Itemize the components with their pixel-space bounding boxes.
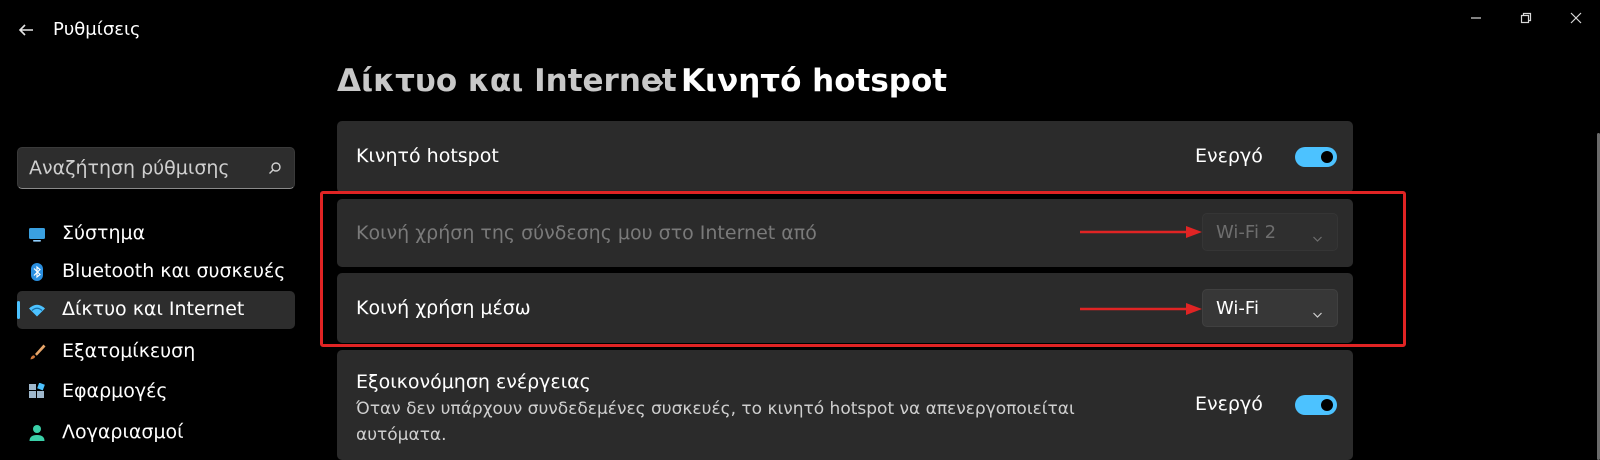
sidebar-item-label: Εφαρμογές [62, 380, 168, 402]
bluetooth-icon [28, 263, 46, 281]
search-box [17, 147, 295, 189]
monitor-icon [28, 225, 46, 243]
person-icon [28, 424, 46, 442]
annotation-arrow [1080, 303, 1202, 315]
close-icon[interactable] [1564, 6, 1588, 30]
power-saving-card: Εξοικονόμηση ενέργειας Όταν δεν υπάρχουν… [337, 350, 1353, 460]
hotspot-state: Ενεργό [1195, 145, 1263, 167]
annotation-arrow [1080, 226, 1202, 238]
sidebar-item-label: Bluetooth και συσκευές [62, 260, 286, 282]
restore-icon[interactable] [1514, 6, 1538, 30]
chevron-right-icon [652, 74, 666, 92]
power-saving-state: Ενεργό [1195, 393, 1263, 415]
apps-icon [28, 382, 46, 401]
hotspot-label: Κινητό hotspot [356, 145, 499, 167]
search-input[interactable] [18, 148, 258, 188]
search-icon[interactable] [266, 159, 284, 177]
settings-window: Ρυθμίσεις Σύστημα Bluetooth και συσκευές… [0, 0, 1600, 460]
hotspot-card: Κινητό hotspot Ενεργό [337, 121, 1353, 193]
sidebar-item-label: Εξατομίκευση [62, 340, 196, 362]
sidebar-item-label: Σύστημα [62, 222, 146, 244]
breadcrumb-parent[interactable]: Δίκτυο και Internet [337, 63, 677, 99]
sidebar-item-personalization[interactable]: Εξατομίκευση [17, 333, 295, 371]
sidebar-item-accounts[interactable]: Λογαριασμοί [17, 414, 295, 452]
sidebar-item-system[interactable]: Σύστημα [17, 215, 295, 253]
sidebar-item-network[interactable]: Δίκτυο και Internet [17, 291, 295, 329]
power-saving-label: Εξοικονόμηση ενέργειας [356, 371, 591, 393]
sidebar-item-label: Λογαριασμοί [62, 421, 184, 443]
minimize-icon[interactable] [1464, 6, 1488, 30]
hotspot-toggle[interactable] [1295, 147, 1337, 167]
annotation-highlight-box [320, 191, 1406, 347]
sidebar-item-label: Δίκτυο και Internet [62, 298, 245, 320]
power-saving-toggle[interactable] [1295, 395, 1337, 415]
page-title: Κινητό hotspot [681, 63, 948, 99]
sidebar-item-apps[interactable]: Εφαρμογές [17, 373, 295, 411]
brush-icon [28, 343, 46, 361]
wifi-icon [28, 301, 46, 319]
back-arrow-icon[interactable] [14, 18, 38, 42]
sidebar-item-bluetooth[interactable]: Bluetooth και συσκευές [17, 253, 295, 291]
power-saving-description: Όταν δεν υπάρχουν συνδεδεμένες συσκευές,… [356, 399, 1075, 445]
app-title: Ρυθμίσεις [53, 19, 141, 40]
